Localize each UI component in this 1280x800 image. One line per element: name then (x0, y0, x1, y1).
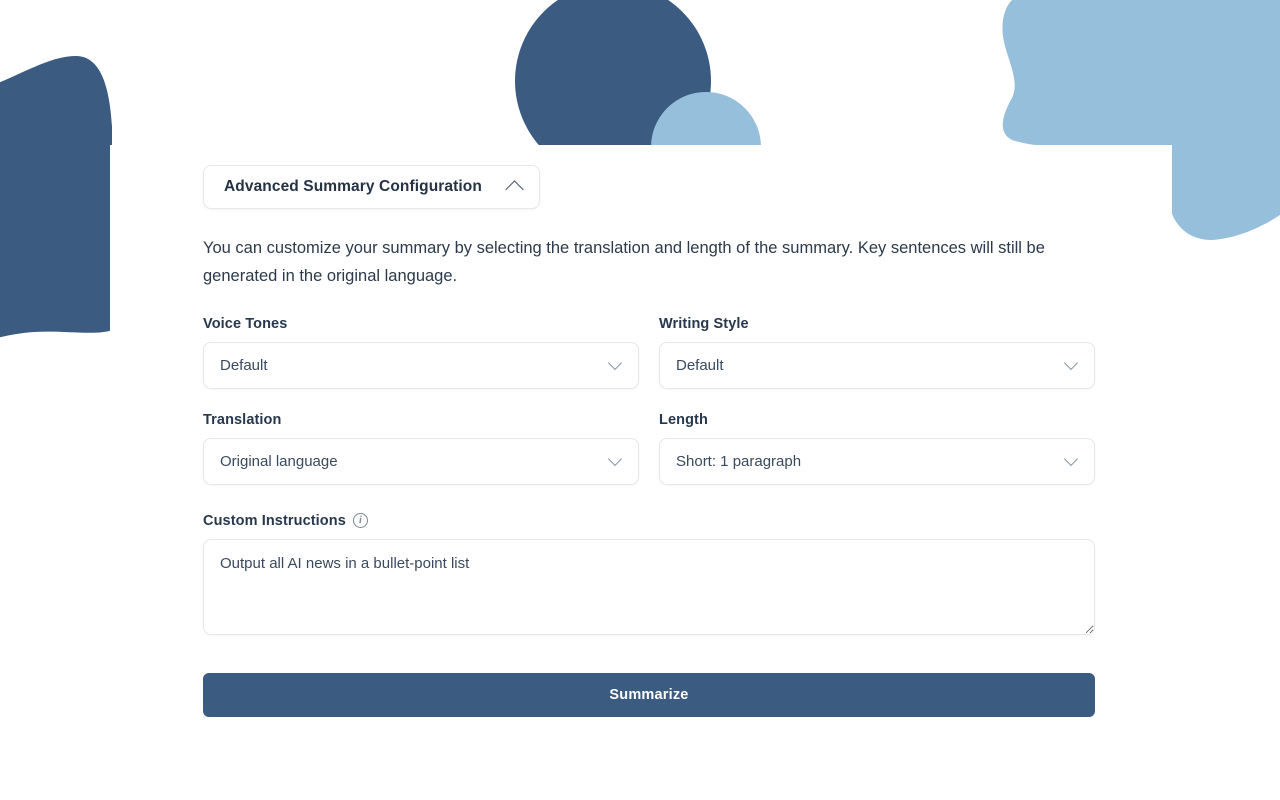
voice-tones-value: Default (220, 356, 268, 374)
configuration-fields-grid: Voice Tones Default Writing Style Defaul… (203, 316, 1095, 492)
summarize-button[interactable]: Summarize (203, 672, 1095, 717)
chevron-down-icon (1063, 452, 1079, 467)
advanced-summary-configuration-label: Advanced Summary Configuration (224, 178, 482, 195)
chevron-down-icon (607, 452, 623, 467)
length-select[interactable]: Short: 1 paragraph (659, 437, 1095, 485)
custom-instructions-label: Custom Instructions i (203, 513, 1095, 529)
length-label-text: Length (659, 411, 708, 428)
voice-tones-label: Voice Tones (203, 316, 639, 332)
translation-label-text: Translation (203, 411, 282, 428)
blob-left-dark (0, 56, 112, 338)
length-label: Length (659, 412, 1095, 428)
length-value: Short: 1 paragraph (676, 452, 802, 470)
voice-tones-label-text: Voice Tones (203, 315, 288, 332)
writing-style-label-text: Writing Style (659, 315, 749, 332)
field-length: Length Short: 1 paragraph (659, 412, 1095, 485)
field-voice-tones: Voice Tones Default (203, 316, 639, 389)
translation-value: Original language (220, 452, 338, 470)
field-translation: Translation Original language (203, 412, 639, 485)
advanced-summary-configuration-toggle[interactable]: Advanced Summary Configuration (203, 165, 540, 209)
translation-label: Translation (203, 412, 639, 428)
advanced-summary-panel: Advanced Summary Configuration You can c… (203, 165, 1095, 717)
chevron-down-icon (607, 356, 623, 371)
writing-style-value: Default (676, 356, 724, 374)
custom-instructions-label-text: Custom Instructions (203, 512, 346, 529)
writing-style-select[interactable]: Default (659, 341, 1095, 389)
field-custom-instructions: Custom Instructions i (203, 513, 1095, 640)
voice-tones-select[interactable]: Default (203, 341, 639, 389)
writing-style-label: Writing Style (659, 316, 1095, 332)
chevron-up-icon (505, 179, 524, 199)
field-writing-style: Writing Style Default (659, 316, 1095, 389)
chevron-down-icon (1063, 356, 1079, 371)
translation-select[interactable]: Original language (203, 437, 639, 485)
panel-description: You can customize your summary by select… (203, 239, 1045, 286)
info-icon[interactable]: i (352, 513, 368, 529)
custom-instructions-input[interactable] (203, 538, 1095, 635)
